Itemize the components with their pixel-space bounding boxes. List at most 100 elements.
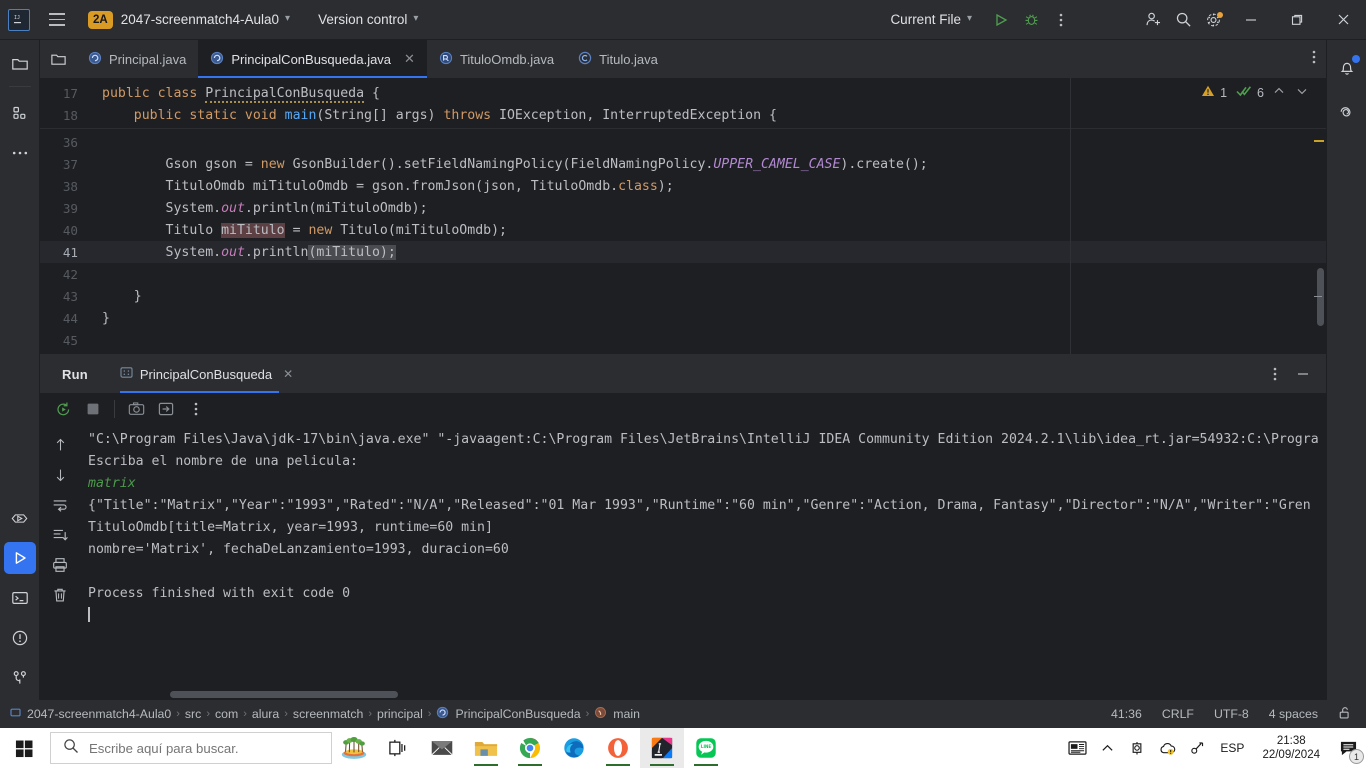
notification-count-badge: 1 — [1349, 749, 1364, 764]
tab-label: Titulo.java — [599, 51, 658, 67]
select-opened-file-icon[interactable] — [40, 51, 76, 68]
show-hidden-icons-button[interactable] — [1092, 728, 1122, 768]
breadcrumb-item-screenmatch[interactable]: screenmatch — [293, 707, 363, 721]
next-highlight-icon[interactable] — [1296, 85, 1308, 100]
tab-tituloomdb-java[interactable]: TituloOmdb.java — [427, 40, 566, 78]
module-icon — [10, 707, 21, 721]
tab-principalconbusqueda-java[interactable]: PrincipalConBusqueda.java ✕ — [198, 40, 427, 78]
tab-principal-java[interactable]: Principal.java — [76, 40, 198, 78]
task-view-button[interactable] — [376, 728, 420, 768]
prev-occurrence-button[interactable] — [46, 431, 74, 459]
sidebar-item-terminal[interactable] — [4, 582, 36, 614]
sidebar-item-run[interactable] — [3, 542, 36, 574]
run-configuration-selector[interactable]: Current File ▾ — [890, 12, 972, 27]
debug-button[interactable] — [1016, 5, 1046, 35]
maximize-window-button[interactable] — [1274, 0, 1320, 40]
console-output[interactable]: "C:\Program Files\Java\jdk-17\bin\java.e… — [80, 425, 1326, 700]
close-run-tab-icon[interactable]: ✕ — [283, 367, 293, 381]
sidebar-item-debug[interactable] — [4, 502, 36, 534]
settings-button[interactable] — [1198, 5, 1228, 35]
news-and-interests-icon[interactable] — [1062, 728, 1092, 768]
gutter-warning-stripe — [1314, 140, 1324, 142]
cortana-island-icon[interactable] — [332, 728, 376, 768]
breadcrumb: 2047-screenmatch4-Aula0 › src › com › al… — [10, 706, 640, 722]
line-app-button[interactable]: LINE — [684, 728, 728, 768]
action-center-button[interactable]: 1 — [1330, 728, 1366, 768]
sidebar-item-project[interactable] — [4, 48, 36, 80]
run-tab-principalconbusqueda[interactable]: PrincipalConBusqueda ✕ — [119, 355, 293, 393]
export-button[interactable] — [153, 396, 179, 422]
inspection-widget[interactable]: 1 6 — [1201, 84, 1308, 101]
screenshot-button[interactable] — [123, 396, 149, 422]
check-count: 6 — [1257, 85, 1264, 100]
more-run-options-button[interactable] — [1046, 5, 1076, 35]
print-button[interactable] — [46, 551, 74, 579]
breadcrumb-item-module[interactable]: 2047-screenmatch4-Aula0 — [10, 707, 171, 721]
readonly-lock-icon[interactable] — [1338, 706, 1352, 723]
sidebar-item-version-control[interactable] — [4, 662, 36, 694]
stop-button[interactable] — [80, 396, 106, 422]
run-panel-options-button[interactable] — [1262, 361, 1288, 387]
cloud-warning-icon[interactable] — [1152, 728, 1182, 768]
run-configuration-label: Current File — [890, 12, 961, 27]
console-more-options-button[interactable] — [183, 396, 209, 422]
rerun-button[interactable] — [50, 396, 76, 422]
intellij-app-button[interactable] — [640, 728, 684, 768]
add-collaborator-button[interactable] — [1138, 5, 1168, 35]
indent-setting[interactable]: 4 spaces — [1269, 707, 1318, 721]
editor-scrollbar-thumb[interactable] — [1317, 268, 1324, 326]
code-editor[interactable]: 17 public class PrincipalConBusqueda { 1… — [40, 78, 1326, 354]
close-tab-icon[interactable]: ✕ — [404, 51, 415, 67]
taskbar-search-input[interactable] — [89, 740, 299, 756]
sidebar-item-more-tools[interactable] — [4, 137, 36, 169]
sidebar-item-structure[interactable] — [4, 97, 36, 129]
version-control-widget[interactable]: Version control ▾ — [318, 12, 418, 27]
next-occurrence-button[interactable] — [46, 461, 74, 489]
file-encoding[interactable]: UTF-8 — [1214, 707, 1249, 721]
start-button[interactable] — [0, 728, 48, 768]
language-indicator[interactable]: ESP — [1212, 741, 1252, 755]
hide-run-panel-button[interactable] — [1290, 361, 1316, 387]
clear-all-button[interactable] — [46, 581, 74, 609]
minimize-window-button[interactable] — [1228, 0, 1274, 40]
main-menu-button[interactable] — [40, 3, 74, 37]
tab-titulo-java[interactable]: Titulo.java — [566, 40, 670, 78]
previous-highlight-icon[interactable] — [1273, 85, 1285, 100]
console-horizontal-scrollbar[interactable] — [170, 691, 398, 698]
edge-app-button[interactable] — [552, 728, 596, 768]
breadcrumb-item-src[interactable]: src — [185, 707, 201, 721]
line-number: 36 — [62, 134, 78, 150]
breadcrumb-item-alura[interactable]: alura — [252, 707, 279, 721]
opera-app-button[interactable] — [596, 728, 640, 768]
breadcrumb-item-com[interactable]: com — [215, 707, 238, 721]
search-everywhere-button[interactable] — [1168, 5, 1198, 35]
right-tool-rail — [1326, 40, 1366, 700]
editor-tabs-more-button[interactable] — [1312, 49, 1316, 70]
taskbar-search-box[interactable] — [50, 732, 332, 764]
breadcrumb-item-class[interactable]: PrincipalConBusqueda — [436, 706, 581, 722]
run-button[interactable] — [986, 5, 1016, 35]
soft-wrap-button[interactable] — [46, 491, 74, 519]
chrome-app-button[interactable] — [508, 728, 552, 768]
onedrive-icon[interactable] — [1122, 728, 1152, 768]
breadcrumb-label: com — [214, 707, 239, 721]
breadcrumb-item-principal[interactable]: principal — [377, 707, 423, 721]
file-explorer-app-button[interactable] — [464, 728, 508, 768]
clock-widget[interactable]: 21:38 22/09/2024 — [1252, 734, 1330, 762]
notifications-button[interactable] — [1331, 52, 1363, 84]
close-window-button[interactable] — [1320, 0, 1366, 40]
line-separator[interactable]: CRLF — [1162, 707, 1194, 721]
java-class-icon — [210, 51, 224, 68]
scroll-to-end-button[interactable] — [46, 521, 74, 549]
breadcrumb-separator: › — [243, 708, 247, 720]
network-icon[interactable] — [1182, 728, 1212, 768]
caret-position[interactable]: 41:36 — [1111, 707, 1142, 721]
project-selector[interactable]: 2047-screenmatch4-Aula0 ▾ — [113, 12, 290, 27]
breadcrumb-item-method[interactable]: main — [594, 706, 640, 722]
ai-assistant-button[interactable] — [1331, 96, 1363, 128]
console-line: TituloOmdb[title=Matrix, year=1993, runt… — [88, 520, 493, 535]
mail-app-button[interactable] — [420, 728, 464, 768]
java-class-icon — [88, 51, 102, 68]
breadcrumb-separator: › — [206, 708, 210, 720]
sidebar-item-problems[interactable] — [4, 622, 36, 654]
